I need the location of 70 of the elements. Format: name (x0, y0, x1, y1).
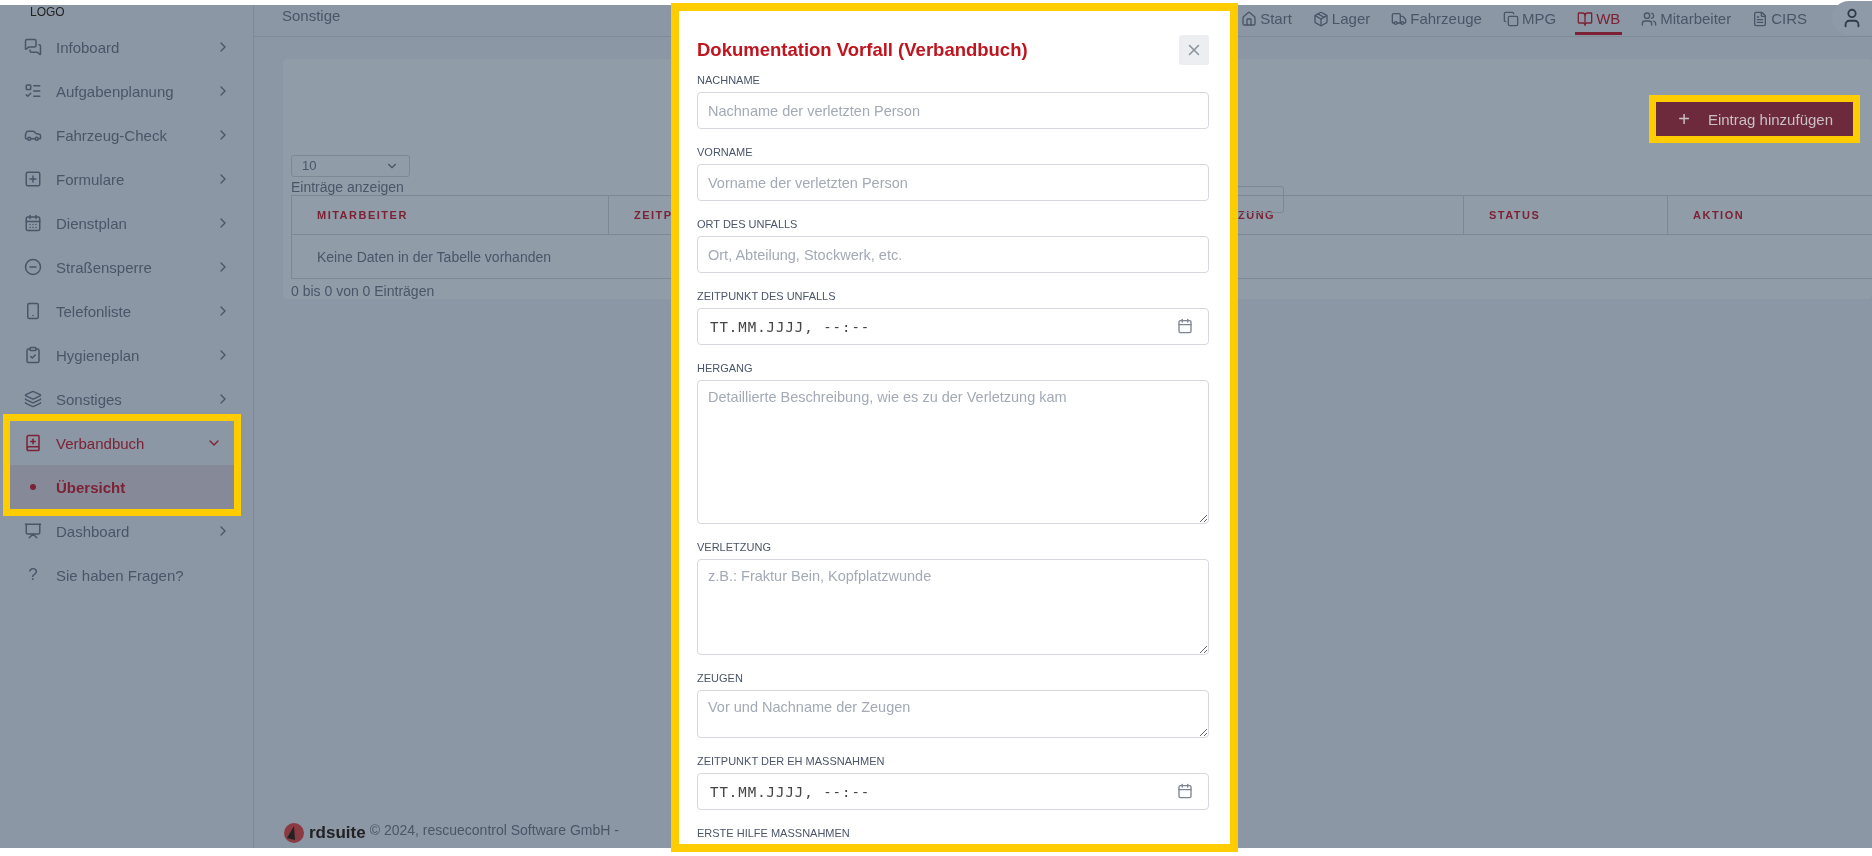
calendar-icon (1177, 318, 1193, 334)
close-button[interactable] (1179, 35, 1209, 65)
sidebar-item[interactable]: Aufgabenplanung (0, 69, 253, 113)
users-icon (1641, 10, 1658, 27)
sidebar-item[interactable]: Infoboard (0, 25, 253, 69)
form-icon (24, 170, 42, 188)
calendar-icon (1177, 783, 1193, 799)
book-icon (1577, 10, 1594, 27)
field-label: ORT DES UNFALLS (697, 217, 799, 231)
datetime-field[interactable]: TT.MM.JJJJ, --:-- (697, 308, 1209, 345)
nav-tab[interactable]: WB (1575, 5, 1623, 35)
column-header: AKTION (1668, 196, 1872, 235)
nav-tab[interactable]: Mitarbeiter (1639, 5, 1734, 35)
clipboard-check-icon (24, 346, 42, 364)
field-label: VORNAME (697, 145, 754, 159)
sidebar-item[interactable]: Verbandbuch (10, 421, 234, 465)
logo-icon (283, 822, 305, 844)
table-info: 0 bis 0 von 0 Einträgen (291, 283, 435, 299)
text-field[interactable]: Ort, Abteilung, Stockwerk, etc. (697, 236, 1209, 273)
field-label: NACHNAME (697, 73, 761, 87)
sidebar-item[interactable]: ? Sie haben Fragen? (0, 553, 253, 597)
chat-icon (24, 38, 42, 56)
sidebar-subitem[interactable]: Übersicht (10, 465, 234, 509)
sidebar-item[interactable]: Formulare (0, 157, 253, 201)
entries-label: Einträge anzeigen (291, 179, 404, 195)
book-plus-icon (24, 434, 42, 452)
text-area[interactable]: z.B.: Fraktur Bein, Kopfplatzwunde (697, 559, 1209, 655)
bullet-icon (30, 484, 36, 490)
column-header: MITARBEITER (292, 196, 609, 235)
field-label: ZEITPUNKT DER EH MASSNAHMEN (697, 754, 886, 768)
datetime-field[interactable]: TT.MM.JJJJ, --:-- (697, 773, 1209, 810)
text-area[interactable]: Vor und Nachname der Zeugen (697, 690, 1209, 738)
field-label: ZEUGEN (697, 671, 744, 685)
box-icon (1312, 10, 1329, 27)
stack-icon (24, 390, 42, 408)
nav-tab[interactable]: Start (1239, 5, 1294, 35)
sidebar-item[interactable]: Fahrzeug-Check (0, 113, 253, 157)
nav-tab[interactable]: Lager (1310, 5, 1373, 35)
text-field[interactable]: Vorname der verletzten Person (697, 164, 1209, 201)
phone-icon (24, 302, 42, 320)
copy-icon (1502, 10, 1519, 27)
home-icon (1241, 10, 1258, 27)
add-entry-button[interactable]: + Eintrag hinzufügen (1656, 102, 1853, 136)
logo: LOGO (30, 5, 65, 19)
presentation-icon (24, 522, 42, 540)
copyright-text: © 2024, rescuecontrol Software GmbH - (369, 822, 619, 838)
field-label: HERGANG (697, 361, 754, 375)
sidebar-item[interactable]: Dashboard (0, 509, 253, 553)
sidebar-item[interactable]: Dienstplan (0, 201, 253, 245)
empty-message: Keine Daten in der Tabelle vorhanden (317, 248, 552, 265)
column-header: STATUS (1464, 196, 1668, 235)
page-size-select[interactable]: 10 (291, 154, 410, 177)
sidebar-item[interactable]: Telefonliste (0, 289, 253, 333)
sidebar-item[interactable]: Straßensperre (0, 245, 253, 289)
field-label: ZEITPUNKT DES UNFALLS (697, 289, 837, 303)
modal-title: Dokumentation Vorfall (Verbandbuch) (697, 39, 1028, 61)
sidebar-item[interactable]: Hygieneplan (0, 333, 253, 377)
text-area[interactable]: Detaillierte Beschreibung, wie es zu der Verletzung kam (697, 380, 1209, 524)
calendar-icon (24, 214, 42, 232)
help-icon: ? (24, 565, 42, 585)
sidebar-item[interactable]: Sonstiges (0, 377, 253, 421)
minus-circle-icon (24, 258, 42, 276)
brand-name: rdsuite (309, 823, 366, 843)
page-title: Sonstige (282, 7, 341, 24)
nav-tab[interactable]: CIRS (1750, 5, 1809, 35)
nav-tab[interactable]: Fahrzeuge (1389, 5, 1484, 35)
field-label: ERSTE HILFE MASSNAHMEN (697, 826, 851, 840)
text-field[interactable]: Nachname der verletzten Person (697, 92, 1209, 129)
nav-tab[interactable]: MPG (1500, 5, 1559, 35)
field-label: VERLETZUNG (697, 540, 772, 554)
